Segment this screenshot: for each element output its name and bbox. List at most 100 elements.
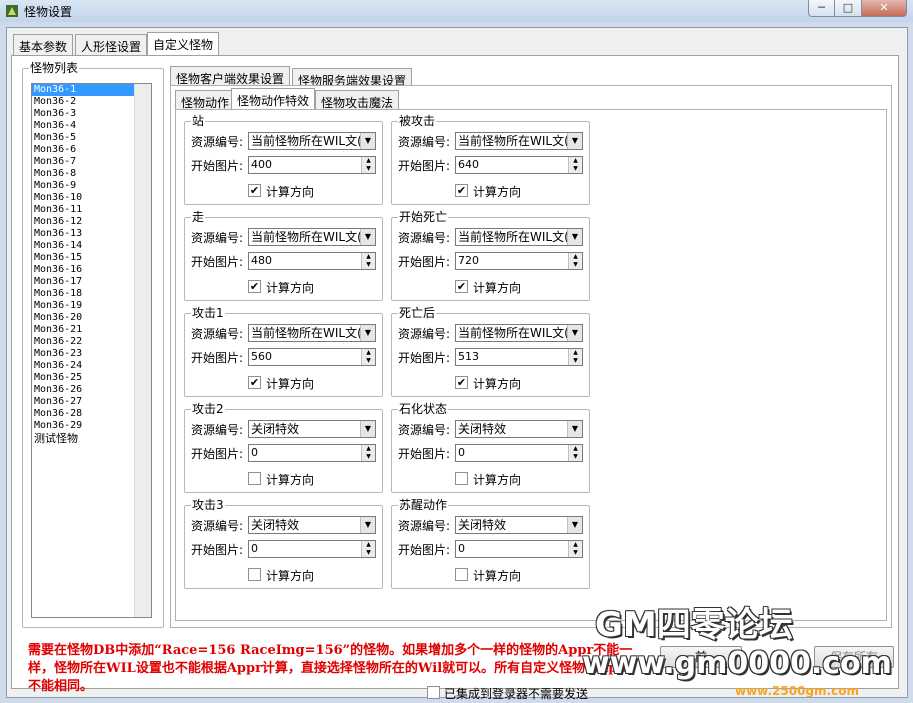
calc-direction-label: 计算方向 bbox=[266, 281, 315, 295]
tab-attack-magic[interactable]: 怪物攻击魔法 bbox=[315, 90, 400, 110]
chevron-down-icon[interactable]: ▼ bbox=[360, 133, 375, 149]
chevron-down-icon[interactable]: ▼ bbox=[360, 517, 375, 533]
minimize-button[interactable]: ─ bbox=[808, 0, 835, 17]
calc-direction-label: 计算方向 bbox=[473, 281, 522, 295]
resource-select[interactable]: 关闭特效 ▼ bbox=[455, 420, 583, 438]
client-effects-panel: 怪物动作 怪物动作特效 怪物攻击魔法 站资源编号: 当前怪物所在WIL文(▼ 开始图… bbox=[170, 85, 892, 628]
resource-select[interactable]: 关闭特效 ▼ bbox=[455, 516, 583, 534]
chevron-down-icon[interactable]: ▼ bbox=[567, 517, 582, 533]
start-image-value: 513 bbox=[458, 350, 479, 363]
start-image-spinner[interactable]: 400 ▲ ▼ bbox=[248, 156, 376, 174]
start-image-spinner[interactable]: 0 ▲ ▼ bbox=[455, 540, 583, 558]
chevron-down-icon[interactable]: ▼ bbox=[567, 421, 582, 437]
start-image-spinner[interactable]: 0 ▲ ▼ bbox=[248, 540, 376, 558]
resource-label: 资源编号: bbox=[398, 327, 451, 341]
resource-select-value: 当前怪物所在WIL文( bbox=[458, 230, 569, 244]
calc-direction-checkbox[interactable] bbox=[455, 568, 468, 581]
spin-arrows-icon[interactable]: ▲ ▼ bbox=[361, 349, 375, 365]
tab-client-effects[interactable]: 怪物客户端效果设置 bbox=[170, 66, 291, 86]
calc-direction-checkbox[interactable]: ✔ bbox=[248, 184, 261, 197]
calc-direction-checkbox[interactable]: ✔ bbox=[248, 280, 261, 293]
effect-group: 开始死亡资源编号: 当前怪物所在WIL文(▼ 开始图片: 720 ▲ ▼ ✔ 计算方向 bbox=[391, 210, 590, 301]
tab-humanoid-monster[interactable]: 人形怪设置 bbox=[75, 34, 148, 55]
chevron-down-icon[interactable]: ▼ bbox=[360, 421, 375, 437]
maximize-button[interactable]: □ bbox=[834, 0, 862, 17]
spin-arrows-icon[interactable]: ▲ ▼ bbox=[568, 253, 582, 269]
effect-group-title: 攻击2 bbox=[191, 402, 225, 416]
resource-select[interactable]: 当前怪物所在WIL文(▼ bbox=[248, 132, 376, 150]
sub-url-watermark: www.2500gm.com bbox=[735, 684, 859, 698]
start-image-spinner[interactable]: 480 ▲ ▼ bbox=[248, 252, 376, 270]
resource-label: 资源编号: bbox=[398, 231, 451, 245]
effect-group: 站资源编号: 当前怪物所在WIL文(▼ 开始图片: 400 ▲ ▼ ✔ 计算方向 bbox=[184, 114, 383, 205]
resource-select[interactable]: 当前怪物所在WIL文(▼ bbox=[455, 132, 583, 150]
close-button[interactable]: ✕ bbox=[861, 0, 907, 17]
start-image-spinner[interactable]: 720 ▲ ▼ bbox=[455, 252, 583, 270]
chevron-down-icon[interactable]: ▼ bbox=[360, 325, 375, 341]
start-image-value: 0 bbox=[458, 542, 465, 555]
resource-select-value: 当前怪物所在WIL文( bbox=[458, 134, 569, 148]
resource-select[interactable]: 关闭特效 ▼ bbox=[248, 516, 376, 534]
tab-custom-monster[interactable]: 自定义怪物 bbox=[147, 32, 220, 55]
calc-direction-checkbox[interactable]: ✔ bbox=[455, 280, 468, 293]
start-image-label: 开始图片: bbox=[398, 543, 451, 557]
resource-label: 资源编号: bbox=[191, 327, 244, 341]
start-image-value: 0 bbox=[458, 446, 465, 459]
start-image-spinner[interactable]: 0 ▲ ▼ bbox=[455, 444, 583, 462]
resource-select[interactable]: 当前怪物所在WIL文(▼ bbox=[455, 324, 583, 342]
effect-group-title: 被攻击 bbox=[398, 114, 437, 128]
calc-direction-checkbox[interactable] bbox=[455, 472, 468, 485]
calc-direction-checkbox[interactable] bbox=[248, 472, 261, 485]
spin-arrows-icon[interactable]: ▲ ▼ bbox=[568, 157, 582, 173]
calc-direction-label: 计算方向 bbox=[266, 185, 315, 199]
chevron-down-icon[interactable]: ▼ bbox=[567, 325, 582, 341]
calc-direction-checkbox[interactable]: ✔ bbox=[455, 184, 468, 197]
resource-select-value: 关闭特效 bbox=[458, 422, 507, 436]
spin-arrows-icon[interactable]: ▲ ▼ bbox=[361, 157, 375, 173]
calc-direction-checkbox[interactable]: ✔ bbox=[248, 376, 261, 389]
start-image-spinner[interactable]: 513 ▲ ▼ bbox=[455, 348, 583, 366]
spin-arrows-icon[interactable]: ▲ ▼ bbox=[361, 541, 375, 557]
start-image-spinner[interactable]: 560 ▲ ▼ bbox=[248, 348, 376, 366]
start-image-spinner[interactable]: 640 ▲ ▼ bbox=[455, 156, 583, 174]
resource-select[interactable]: 当前怪物所在WIL文(▼ bbox=[455, 228, 583, 246]
chevron-down-icon[interactable]: ▼ bbox=[567, 229, 582, 245]
calc-direction-checkbox[interactable] bbox=[248, 568, 261, 581]
monster-listbox[interactable]: Mon36-1 Mon36-2 Mon36-3 Mon36-4 Mon36-5 Mon36… bbox=[31, 83, 152, 618]
tab-basic-params[interactable]: 基本参数 bbox=[13, 34, 74, 55]
effect-group: 苏醒动作 资源编号: 关闭特效 ▼ 开始图片: 0 ▲ ▼ 计算方向 bbox=[391, 498, 590, 589]
spin-arrows-icon[interactable]: ▲ ▼ bbox=[568, 349, 582, 365]
chevron-down-icon[interactable]: ▼ bbox=[360, 229, 375, 245]
tab-server-effects[interactable]: 怪物服务端效果设置 bbox=[292, 68, 413, 88]
spin-arrows-icon[interactable]: ▲ ▼ bbox=[568, 445, 582, 461]
start-image-label: 开始图片: bbox=[191, 447, 244, 461]
forum-watermark: GM四零论坛 bbox=[595, 605, 793, 645]
resource-label: 资源编号: bbox=[191, 135, 244, 149]
resource-select[interactable]: 当前怪物所在WIL文(▼ bbox=[248, 228, 376, 246]
tab-monster-action[interactable]: 怪物动作 bbox=[175, 90, 236, 110]
effect-group: 死亡后 资源编号: 当前怪物所在WIL文(▼ 开始图片: 513 ▲ ▼ ✔ 计算方向 bbox=[391, 306, 590, 397]
start-image-label: 开始图片: bbox=[398, 255, 451, 269]
effect-group-title: 站 bbox=[191, 114, 206, 128]
resource-select[interactable]: 当前怪物所在WIL文(▼ bbox=[248, 324, 376, 342]
integrated-launcher-checkbox[interactable] bbox=[427, 686, 440, 699]
start-image-label: 开始图片: bbox=[191, 159, 244, 173]
monster-list-group: 怪物列表 Mon36-1 Mon36-2 Mon36-3 Mon36-4 Mon36-5… bbox=[22, 61, 164, 628]
spin-arrows-icon[interactable]: ▲ ▼ bbox=[361, 253, 375, 269]
start-image-label: 开始图片: bbox=[398, 351, 451, 365]
effect-group: 攻击2 资源编号: 关闭特效 ▼ 开始图片: 0 ▲ ▼ 计算方向 bbox=[184, 402, 383, 493]
tab-action-effects[interactable]: 怪物动作特效 bbox=[231, 88, 316, 109]
calc-direction-label: 计算方向 bbox=[473, 185, 522, 199]
spin-arrows-icon[interactable]: ▲ ▼ bbox=[361, 445, 375, 461]
effect-group-title: 开始死亡 bbox=[398, 210, 449, 224]
resource-select[interactable]: 关闭特效 ▼ bbox=[248, 420, 376, 438]
list-scrollbar[interactable] bbox=[134, 84, 151, 617]
action-effects-panel: 站资源编号: 当前怪物所在WIL文(▼ 开始图片: 400 ▲ ▼ ✔ 计算方向 被攻击 资源编号… bbox=[175, 109, 887, 621]
calc-direction-checkbox[interactable]: ✔ bbox=[455, 376, 468, 389]
spin-arrows-icon[interactable]: ▲ ▼ bbox=[568, 541, 582, 557]
calc-direction-label: 计算方向 bbox=[473, 377, 522, 391]
title-bar: 怪物设置 ─ □ ✕ bbox=[0, 0, 913, 22]
start-image-label: 开始图片: bbox=[398, 159, 451, 173]
start-image-spinner[interactable]: 0 ▲ ▼ bbox=[248, 444, 376, 462]
chevron-down-icon[interactable]: ▼ bbox=[567, 133, 582, 149]
